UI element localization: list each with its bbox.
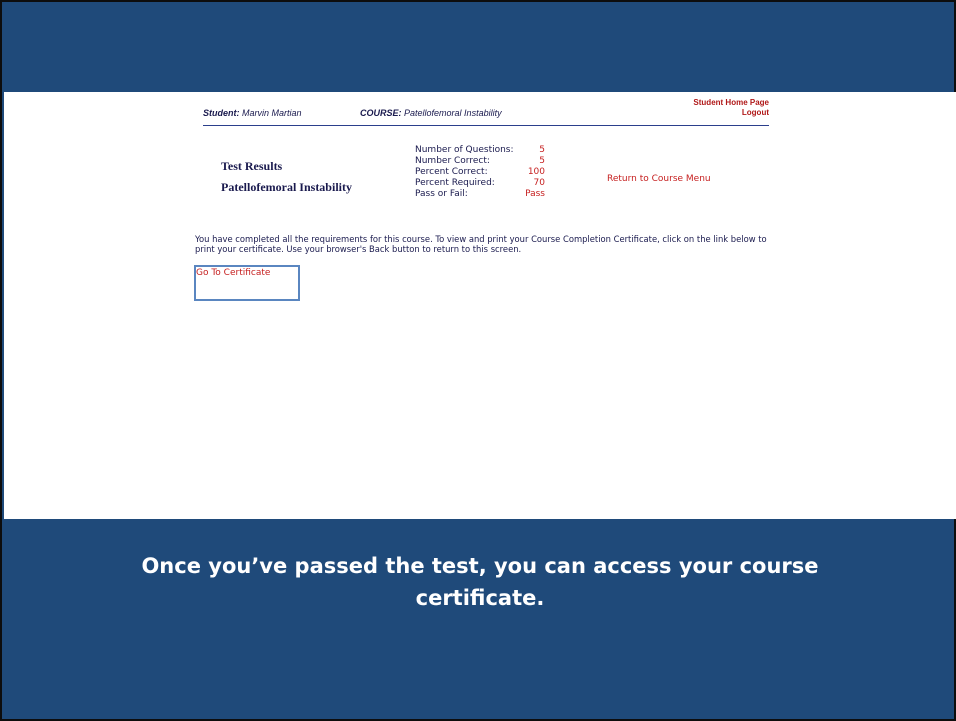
course-title-heading: Patellofemoral Instability: [221, 180, 352, 194]
logout-link[interactable]: Logout: [693, 108, 769, 118]
slide: Student: Marvin Martian COURSE: Patellof…: [0, 0, 956, 721]
stat-row-pass-fail: Pass or Fail: Pass: [415, 189, 545, 200]
go-to-certificate-link[interactable]: Go To Certificate: [196, 268, 270, 278]
stat-row-percent-required: Percent Required: 70: [415, 178, 545, 189]
student-name: Marvin Martian: [242, 108, 302, 118]
test-results-heading: Test Results: [221, 159, 283, 173]
top-links: Student Home Page Logout: [693, 98, 769, 118]
stat-value: 5: [539, 145, 545, 155]
stat-row-correct: Number Correct: 5: [415, 156, 545, 167]
stat-label: Number of Questions:: [415, 145, 514, 155]
student-home-page-link[interactable]: Student Home Page: [693, 98, 769, 108]
screenshot-panel: Student: Marvin Martian COURSE: Patellof…: [4, 92, 956, 519]
stat-row-questions: Number of Questions: 5: [415, 145, 545, 156]
stat-value: 100: [527, 167, 545, 177]
student-info: Student: Marvin Martian: [203, 108, 302, 118]
results-stats: Number of Questions: 5 Number Correct: 5…: [415, 145, 545, 200]
course-info: COURSE: Patellofemoral Instability: [360, 108, 502, 118]
stat-label: Percent Required:: [415, 178, 495, 188]
student-label: Student:: [203, 108, 240, 118]
return-to-course-menu-link[interactable]: Return to Course Menu: [607, 174, 711, 184]
slide-caption: Once you’ve passed the test, you can acc…: [2, 550, 956, 614]
caption-line-2: certificate.: [415, 586, 545, 610]
stat-value: 5: [539, 156, 545, 166]
stat-value: Pass: [525, 189, 545, 199]
stat-label: Percent Correct:: [415, 167, 488, 177]
stat-row-percent-correct: Percent Correct: 100: [415, 167, 545, 178]
stat-value: 70: [533, 178, 545, 188]
stat-label: Pass or Fail:: [415, 189, 468, 199]
completion-message: You have completed all the requirements …: [195, 234, 767, 254]
caption-line-1: Once you’ve passed the test, you can acc…: [141, 554, 819, 578]
course-name: Patellofemoral Instability: [404, 108, 502, 118]
page-header: Student: Marvin Martian COURSE: Patellof…: [203, 98, 769, 126]
course-label: COURSE:: [360, 108, 402, 118]
stat-label: Number Correct:: [415, 156, 490, 166]
